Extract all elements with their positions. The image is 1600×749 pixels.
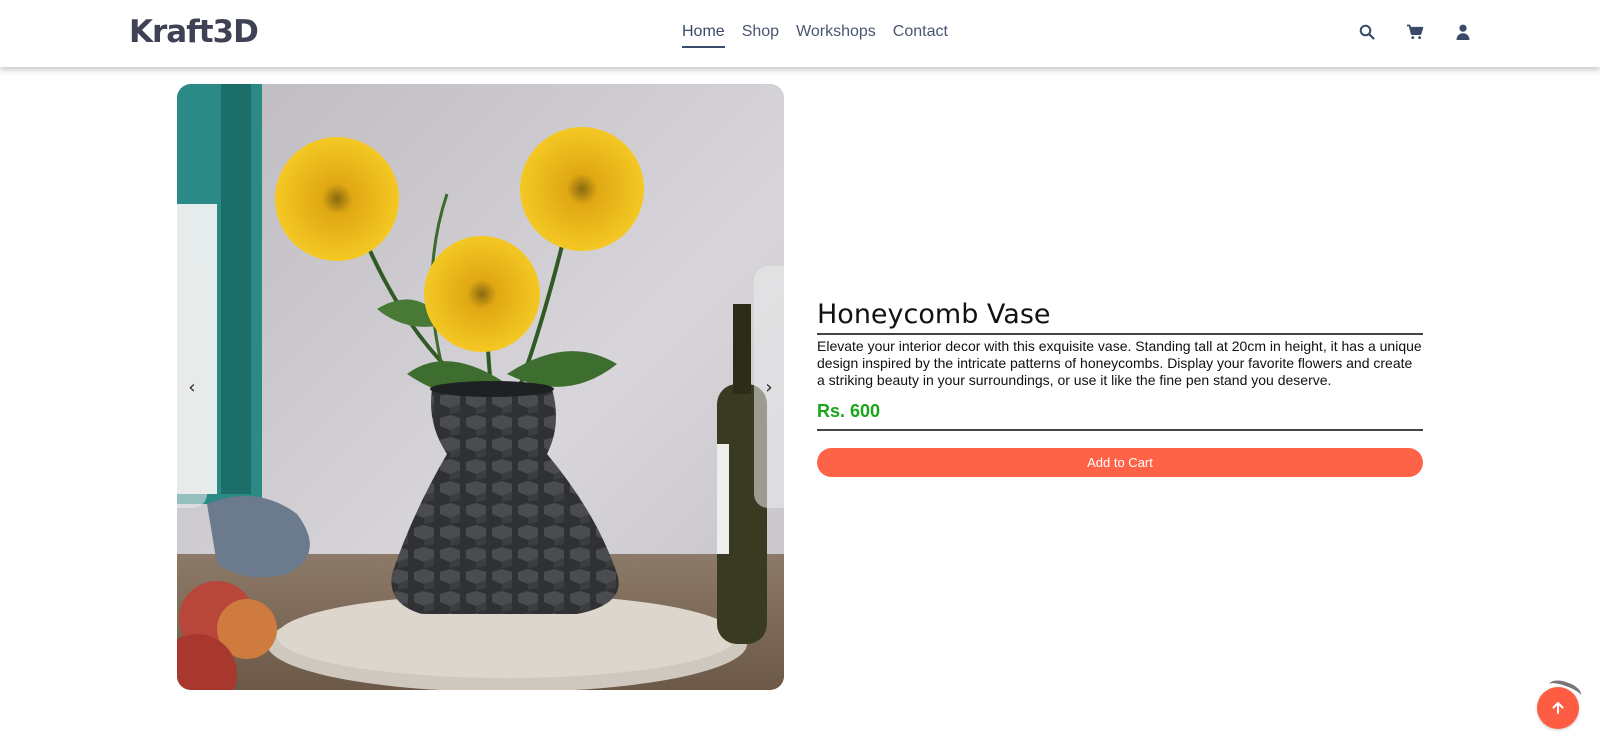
main-nav: Home Shop Workshops Contact (682, 20, 948, 48)
nav-item-shop[interactable]: Shop (742, 20, 779, 48)
site-header: Kraft3D Home Shop Workshops Contact (0, 0, 1600, 67)
add-to-cart-button[interactable]: Add to Cart (817, 448, 1423, 477)
product-description: Elevate your interior decor with this ex… (817, 338, 1422, 388)
nav-item-workshops[interactable]: Workshops (796, 20, 876, 48)
search-icon[interactable] (1358, 22, 1376, 42)
nav-item-home[interactable]: Home (682, 20, 725, 48)
user-icon[interactable] (1454, 22, 1472, 42)
product-price: Rs. 600 (817, 401, 881, 421)
carousel-next-button[interactable]: › (754, 266, 784, 508)
product-image (177, 84, 784, 690)
chevron-left-icon: ‹ (188, 376, 196, 398)
divider (817, 429, 1423, 431)
chevron-right-icon: › (765, 376, 773, 398)
product-image-carousel: ‹ › (177, 84, 784, 690)
divider (817, 333, 1423, 335)
brand-logo[interactable]: Kraft3D (129, 14, 259, 50)
product-details: Honeycomb Vase Elevate your interior dec… (817, 297, 1423, 477)
header-icons (1358, 22, 1472, 42)
back-to-top-button[interactable] (1537, 687, 1579, 729)
cart-icon[interactable] (1406, 22, 1424, 42)
nav-item-contact[interactable]: Contact (893, 20, 948, 48)
arrow-up-icon (1552, 702, 1564, 714)
carousel-prev-button[interactable]: ‹ (177, 266, 207, 508)
logo-text: Kraft3D (129, 14, 259, 50)
product-title: Honeycomb Vase (817, 299, 1051, 330)
